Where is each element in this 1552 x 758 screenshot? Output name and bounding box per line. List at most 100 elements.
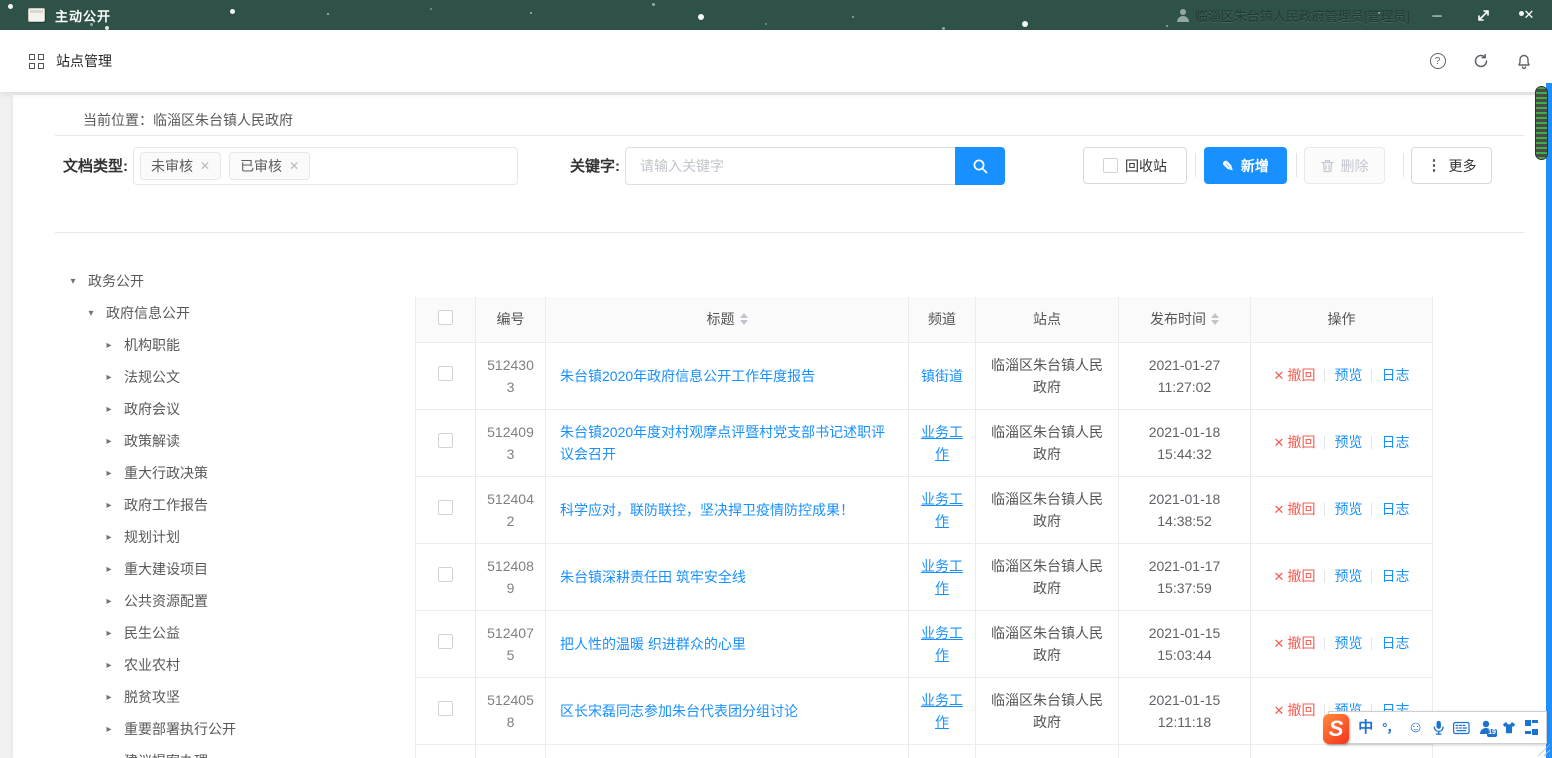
maximize-button[interactable]: [1460, 0, 1506, 30]
apps-grid-icon[interactable]: [29, 54, 44, 69]
recycle-bin-button[interactable]: 回收站: [1083, 147, 1187, 184]
doc-title-link[interactable]: 朱台镇2020年度对村观摩点评暨村党支部书记述职评议会召开: [560, 424, 885, 462]
tree-toggle-icon[interactable]: ▸: [103, 724, 115, 735]
ime-punctuation-icon[interactable]: °，: [1382, 721, 1398, 734]
doc-type-tag-select[interactable]: 未审核 ✕ 已审核 ✕: [133, 147, 518, 185]
revoke-button[interactable]: ✕撤回: [1274, 568, 1316, 584]
tree-item[interactable]: ▸ 政策解读: [53, 425, 413, 457]
minimize-button[interactable]: ─: [1414, 0, 1460, 30]
tree-item[interactable]: ▸ 民生公益: [53, 617, 413, 649]
ime-keyboard-icon[interactable]: [1453, 721, 1470, 735]
tree-toggle-icon[interactable]: ▸: [103, 468, 115, 479]
tree-item[interactable]: ▸ 农业农村: [53, 649, 413, 681]
recycle-bin-checkbox[interactable]: [1103, 158, 1118, 173]
tree-toggle-icon[interactable]: ▸: [103, 564, 115, 575]
tree-item[interactable]: ▸ 公共资源配置: [53, 585, 413, 617]
tag-remove-icon[interactable]: ✕: [200, 159, 210, 173]
revoke-button[interactable]: ✕撤回: [1274, 702, 1316, 718]
preview-link[interactable]: 预览: [1334, 501, 1362, 517]
doc-title-link[interactable]: 朱台镇深耕责任田 筑牢安全线: [560, 569, 746, 585]
preview-link[interactable]: 预览: [1334, 367, 1362, 383]
tree-toggle-icon[interactable]: ▸: [103, 340, 115, 351]
tree-item[interactable]: ▸ 政府工作报告: [53, 489, 413, 521]
row-checkbox[interactable]: [438, 701, 453, 716]
keyword-input[interactable]: [625, 147, 955, 185]
tree-item[interactable]: ▸ 政府会议: [53, 393, 413, 425]
tree-toggle-icon[interactable]: ▸: [103, 660, 115, 671]
tag-remove-icon[interactable]: ✕: [289, 159, 299, 173]
tree-item[interactable]: ▸ 建议提案办理: [53, 745, 413, 758]
preview-link[interactable]: 预览: [1334, 635, 1362, 651]
sort-icon[interactable]: [1211, 313, 1219, 325]
row-checkbox[interactable]: [438, 366, 453, 381]
scrollbar-thumb[interactable]: [1535, 86, 1548, 160]
tree-toggle-icon[interactable]: ▸: [103, 596, 115, 607]
delete-button[interactable]: 删除: [1304, 147, 1385, 184]
tree-item[interactable]: ▾ 政府信息公开: [53, 297, 413, 329]
ime-account-icon[interactable]: 19: [1479, 720, 1493, 735]
help-icon[interactable]: ?: [1429, 53, 1446, 70]
tree-item[interactable]: ▸ 重大建设项目: [53, 553, 413, 585]
revoke-button[interactable]: ✕撤回: [1274, 434, 1316, 450]
more-button[interactable]: ⋮ 更多: [1411, 147, 1492, 184]
preview-link[interactable]: 预览: [1334, 434, 1362, 450]
column-header-time[interactable]: 发布时间: [1119, 297, 1251, 342]
revoke-button[interactable]: ✕撤回: [1274, 501, 1316, 517]
row-checkbox[interactable]: [438, 634, 453, 649]
tree-item[interactable]: ▸ 重大行政决策: [53, 457, 413, 489]
column-header-title[interactable]: 标题: [546, 297, 909, 342]
tree-toggle-icon[interactable]: ▸: [103, 532, 115, 543]
log-link[interactable]: 日志: [1381, 434, 1409, 450]
site-management-nav[interactable]: 站点管理: [56, 51, 112, 71]
doc-type-tag[interactable]: 已审核 ✕: [229, 152, 310, 180]
doc-channel-link[interactable]: 镇街道: [921, 368, 963, 384]
doc-channel-link[interactable]: 业务工作: [921, 625, 963, 663]
doc-title-link[interactable]: 区长宋磊同志参加朱台代表团分组讨论: [560, 703, 798, 719]
log-link[interactable]: 日志: [1381, 635, 1409, 651]
tree-item[interactable]: ▾ 政务公开: [53, 265, 413, 297]
doc-title-link[interactable]: 朱台镇2020年政府信息公开工作年度报告: [560, 368, 815, 384]
log-link[interactable]: 日志: [1381, 501, 1409, 517]
doc-type-tag[interactable]: 未审核 ✕: [140, 152, 221, 180]
tree-item[interactable]: ▸ 机构职能: [53, 329, 413, 361]
doc-channel-link[interactable]: 业务工作: [921, 424, 963, 462]
tree-toggle-icon[interactable]: ▸: [103, 436, 115, 447]
select-all-checkbox[interactable]: [438, 310, 453, 325]
revoke-button[interactable]: ✕撤回: [1274, 635, 1316, 651]
doc-title-link[interactable]: 科学应对，联防联控，坚决捍卫疫情防控成果！: [560, 502, 854, 518]
doc-channel-link[interactable]: 业务工作: [921, 692, 963, 730]
ime-language-mode[interactable]: 中: [1358, 720, 1373, 735]
refresh-icon[interactable]: [1472, 53, 1489, 70]
tree-toggle-icon[interactable]: ▸: [103, 692, 115, 703]
row-checkbox[interactable]: [438, 433, 453, 448]
search-button[interactable]: [955, 147, 1005, 185]
preview-link[interactable]: 预览: [1334, 568, 1362, 584]
close-button[interactable]: ✕: [1506, 0, 1552, 30]
row-checkbox[interactable]: [438, 500, 453, 515]
tree-item[interactable]: ▸ 法规公文: [53, 361, 413, 393]
tree-toggle-icon[interactable]: ▾: [67, 276, 79, 287]
revoke-button[interactable]: ✕撤回: [1274, 367, 1316, 383]
tree-item[interactable]: ▸ 规划计划: [53, 521, 413, 553]
sort-icon[interactable]: [740, 313, 748, 325]
tree-toggle-icon[interactable]: ▸: [103, 404, 115, 415]
tree-toggle-icon[interactable]: ▾: [85, 308, 97, 319]
doc-title-link[interactable]: 把人性的温暖 织进群众的心里: [560, 636, 746, 652]
ime-emoji-icon[interactable]: ☺: [1407, 720, 1423, 736]
add-button[interactable]: ✎ 新增: [1204, 147, 1287, 184]
row-checkbox[interactable]: [438, 567, 453, 582]
notifications-bell-icon[interactable]: [1515, 53, 1532, 70]
ime-microphone-icon[interactable]: [1433, 719, 1444, 736]
tree-item[interactable]: ▸ 重要部署执行公开: [53, 713, 413, 745]
tree-toggle-icon[interactable]: ▸: [103, 500, 115, 511]
tree-toggle-icon[interactable]: ▸: [103, 628, 115, 639]
doc-channel-link[interactable]: 业务工作: [921, 491, 963, 529]
log-link[interactable]: 日志: [1381, 568, 1409, 584]
sogou-logo-icon[interactable]: S: [1323, 714, 1349, 744]
ime-toolbox-icon[interactable]: [1525, 720, 1538, 735]
tree-toggle-icon[interactable]: ▸: [103, 372, 115, 383]
tree-item[interactable]: ▸ 脱贫攻坚: [53, 681, 413, 713]
doc-channel-link[interactable]: 业务工作: [921, 558, 963, 596]
log-link[interactable]: 日志: [1381, 367, 1409, 383]
ime-skin-icon[interactable]: [1502, 720, 1516, 735]
